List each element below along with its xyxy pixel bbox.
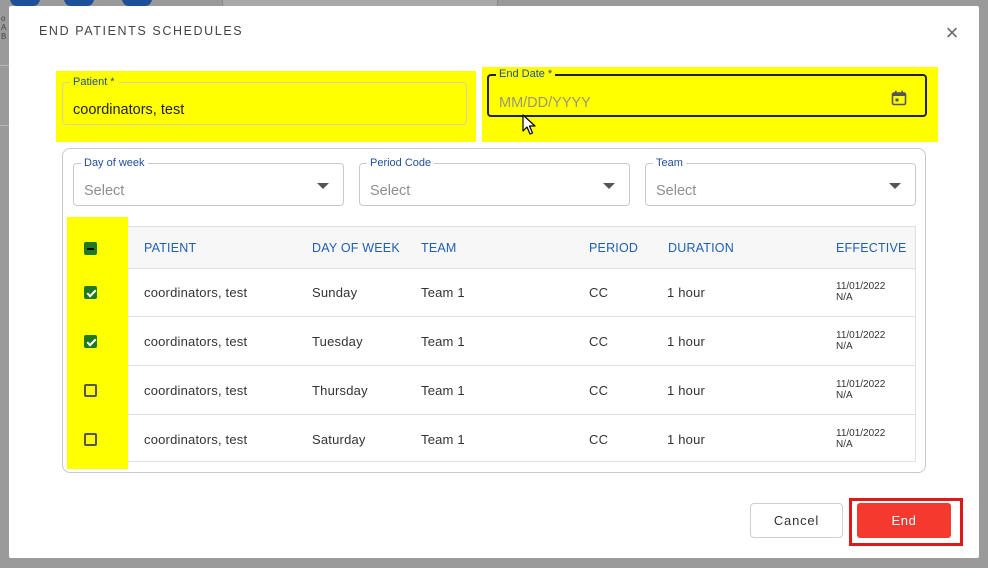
patient-field-label: Patient * xyxy=(70,76,118,88)
chevron-down-icon xyxy=(889,183,901,189)
effective-start: 11/01/2022 xyxy=(836,379,886,390)
cell-patient: coordinators, test xyxy=(144,334,248,349)
column-header-day-of-week[interactable]: DAY OF WEEK xyxy=(312,241,400,255)
cell-period: CC xyxy=(589,432,609,447)
row-checkbox[interactable] xyxy=(84,335,97,348)
end-button[interactable]: End xyxy=(857,503,951,538)
select-all-checkbox[interactable] xyxy=(84,242,97,255)
table-row[interactable]: coordinators, test Saturday Team 1 CC 1 … xyxy=(74,415,915,464)
cell-team: Team 1 xyxy=(421,285,465,300)
end-date-field[interactable]: End Date * MM/DD/YYYY xyxy=(487,68,927,117)
effective-start: 11/01/2022 xyxy=(836,281,886,292)
cell-day: Sunday xyxy=(312,285,358,300)
cell-duration: 1 hour xyxy=(667,432,706,447)
period-code-placeholder: Select xyxy=(370,183,411,199)
background-divider xyxy=(0,125,9,126)
end-date-label: End Date * xyxy=(496,68,556,80)
cell-period: CC xyxy=(589,334,609,349)
column-header-patient[interactable]: PATIENT xyxy=(144,241,196,255)
table-header: PATIENT DAY OF WEEK TEAM PERIOD DURATION… xyxy=(74,227,915,269)
cell-team: Team 1 xyxy=(421,383,465,398)
close-button[interactable]: × xyxy=(942,22,962,44)
cell-effective: 11/01/2022 N/A xyxy=(836,379,885,401)
column-header-period[interactable]: PERIOD xyxy=(589,241,638,255)
patient-field-value: coordinators, test xyxy=(73,102,185,118)
cell-patient: coordinators, test xyxy=(144,383,248,398)
table-row[interactable]: coordinators, test Thursday Team 1 CC 1 … xyxy=(74,366,915,415)
row-checkbox[interactable] xyxy=(84,433,97,446)
column-header-effective[interactable]: EFFECTIVE xyxy=(836,241,907,255)
cell-effective: 11/01/2022 N/A xyxy=(836,330,885,352)
schedules-table: PATIENT DAY OF WEEK TEAM PERIOD DURATION… xyxy=(73,226,916,462)
effective-end: N/A xyxy=(836,390,853,401)
cell-period: CC xyxy=(589,285,609,300)
end-date-placeholder: MM/DD/YYYY xyxy=(499,95,591,111)
day-of-week-placeholder: Select xyxy=(84,183,125,199)
schedules-panel: Day of week Select Period Code Select Te… xyxy=(62,148,926,473)
team-select[interactable]: Team Select xyxy=(645,157,916,206)
dialog-title: END PATIENTS SCHEDULES xyxy=(39,24,244,38)
cell-effective: 11/01/2022 N/A xyxy=(836,281,885,303)
calendar-icon[interactable] xyxy=(891,90,907,106)
patient-field[interactable]: Patient * coordinators, test xyxy=(62,76,467,125)
cell-period: CC xyxy=(589,383,609,398)
cancel-button[interactable]: Cancel xyxy=(750,503,843,538)
checkbox-column-highlight xyxy=(67,217,128,469)
mouse-cursor-icon xyxy=(522,114,536,135)
cell-day: Saturday xyxy=(312,432,366,447)
effective-start: 11/01/2022 xyxy=(836,428,886,439)
column-header-duration[interactable]: DURATION xyxy=(668,241,734,255)
day-of-week-label: Day of week xyxy=(81,157,148,169)
cell-duration: 1 hour xyxy=(667,383,706,398)
background-letters: oAB xyxy=(1,14,7,41)
effective-start: 11/01/2022 xyxy=(836,330,886,341)
end-schedules-dialog: END PATIENTS SCHEDULES × Patient * coord… xyxy=(9,6,979,558)
cell-effective: 11/01/2022 N/A xyxy=(836,428,885,450)
team-label: Team xyxy=(653,157,686,169)
cell-patient: coordinators, test xyxy=(144,432,248,447)
cell-team: Team 1 xyxy=(421,432,465,447)
period-code-select[interactable]: Period Code Select xyxy=(359,157,630,206)
row-checkbox[interactable] xyxy=(84,384,97,397)
cell-day: Thursday xyxy=(312,383,368,398)
day-of-week-select[interactable]: Day of week Select xyxy=(73,157,344,206)
effective-end: N/A xyxy=(836,292,853,303)
chevron-down-icon xyxy=(317,183,329,189)
period-code-label: Period Code xyxy=(367,157,435,169)
effective-end: N/A xyxy=(836,341,853,352)
chevron-down-icon xyxy=(603,183,615,189)
table-row[interactable]: coordinators, test Tuesday Team 1 CC 1 h… xyxy=(74,317,915,366)
cell-day: Tuesday xyxy=(312,334,363,349)
team-placeholder: Select xyxy=(656,183,697,199)
row-checkbox[interactable] xyxy=(84,286,97,299)
effective-end: N/A xyxy=(836,439,853,450)
cell-team: Team 1 xyxy=(421,334,465,349)
table-row[interactable]: coordinators, test Sunday Team 1 CC 1 ho… xyxy=(74,268,915,317)
column-header-team[interactable]: TEAM xyxy=(421,241,457,255)
cell-patient: coordinators, test xyxy=(144,285,248,300)
background-divider xyxy=(0,65,9,66)
cell-duration: 1 hour xyxy=(667,334,706,349)
cell-duration: 1 hour xyxy=(667,285,706,300)
